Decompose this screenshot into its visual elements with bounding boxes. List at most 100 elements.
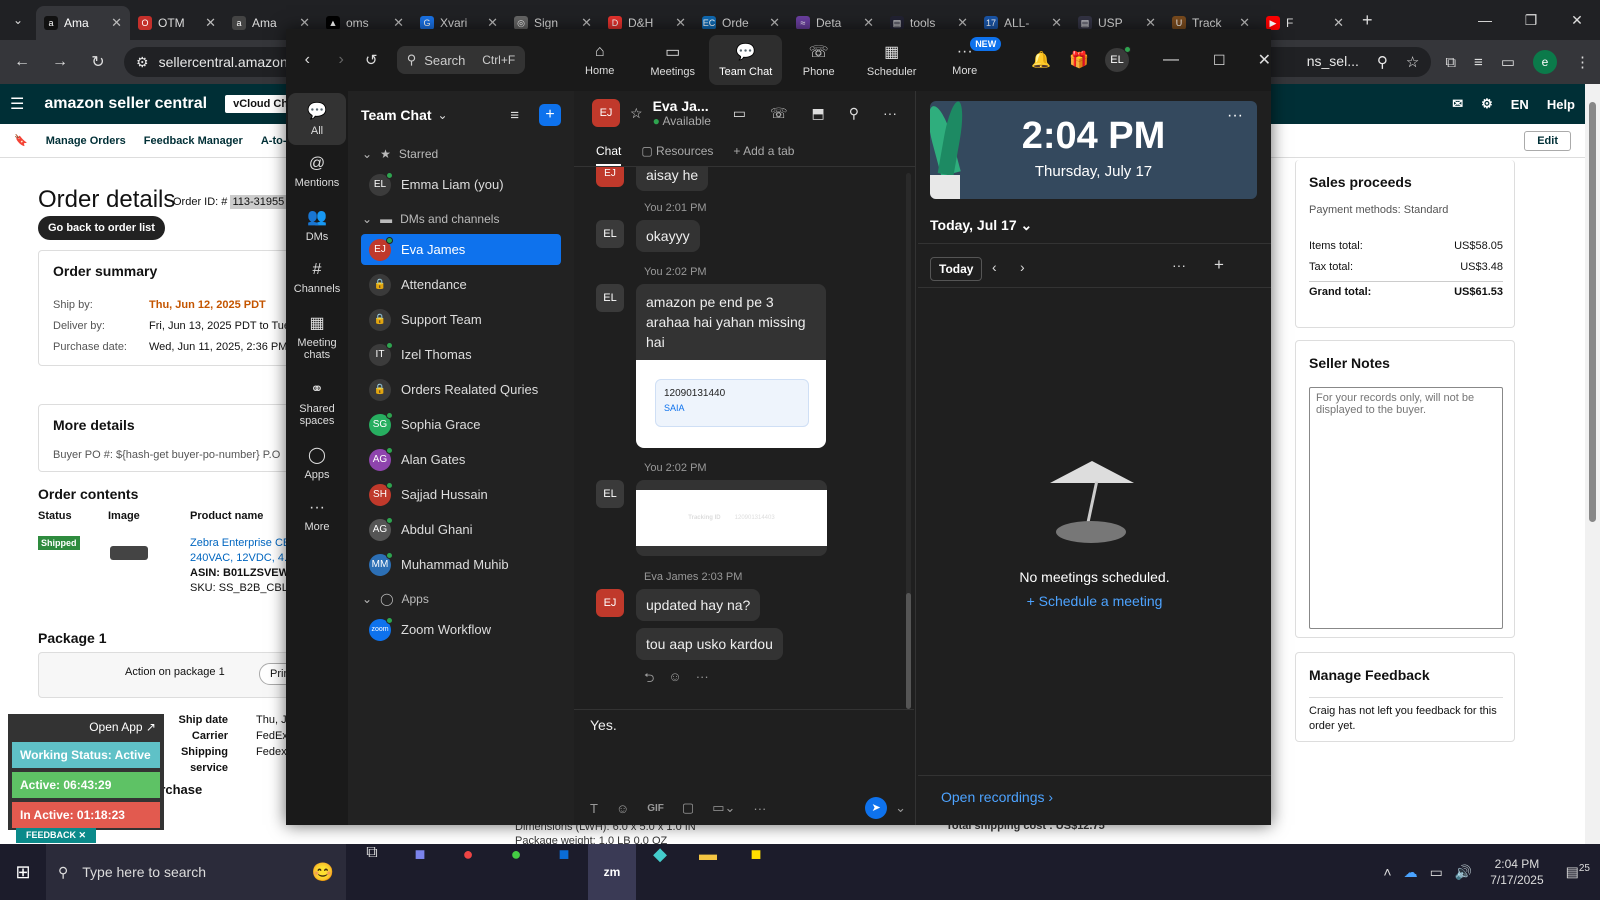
network-icon[interactable]: ▭: [1430, 864, 1443, 881]
zoom-forward-icon[interactable]: ›: [329, 51, 354, 69]
history-icon[interactable]: ↺: [354, 51, 389, 69]
compose-more-icon[interactable]: ···: [753, 801, 766, 816]
feedback-tab[interactable]: FEEDBACK ✕: [16, 828, 97, 843]
chat-list-item[interactable]: zoom Zoom Workflow: [361, 614, 561, 645]
chat-list-item[interactable]: 🔒 Support Team: [361, 304, 561, 335]
open-app-button[interactable]: Open App ↗: [89, 720, 156, 734]
rail-all[interactable]: 💬 All: [288, 93, 346, 145]
star-outline-icon[interactable]: ☆: [630, 105, 643, 122]
settings-icon[interactable]: ⚙: [1481, 96, 1493, 112]
more-options-icon[interactable]: ···: [883, 105, 897, 121]
message-bubble[interactable]: amazon pe end pe 3 arahaa hai yahan miss…: [636, 284, 826, 360]
reaction-icon[interactable]: ☺: [668, 669, 681, 691]
message-bubble[interactable]: tou aap usko kardou: [636, 628, 783, 660]
phone-call-icon[interactable]: ☏: [770, 105, 788, 122]
menu-icon[interactable]: ⋮: [1575, 53, 1590, 71]
message-input[interactable]: Yes.: [590, 717, 617, 733]
team-chat-title[interactable]: Team Chat: [361, 107, 432, 123]
today-button[interactable]: Today: [930, 257, 983, 281]
chat-list-item[interactable]: 🔒 Orders Realated Quries: [361, 374, 561, 405]
rail-mentions[interactable]: @ Mentions: [288, 147, 346, 197]
zoom-maximize-icon[interactable]: ☐: [1213, 52, 1226, 69]
clock-more-icon[interactable]: ···: [1227, 107, 1243, 125]
gift-icon[interactable]: 🎁: [1069, 50, 1089, 70]
reply-icon[interactable]: ⮌: [644, 669, 654, 691]
mail-icon[interactable]: ✉: [1452, 96, 1463, 112]
next-day-icon[interactable]: ›: [1020, 259, 1025, 275]
browser-tab[interactable]: a Ama ✕: [36, 6, 130, 40]
taskbar-search[interactable]: ⚲ Type here to search 😊: [46, 844, 346, 900]
image-attachment[interactable]: Tracking ID 120901314403: [636, 480, 827, 556]
chat-list-item[interactable]: AG Abdul Ghani: [361, 514, 561, 545]
tab-add[interactable]: + Add a tab: [733, 144, 794, 158]
product-link-line2[interactable]: 240VAC, 12VDC, 4.1: [190, 551, 299, 566]
calendar-day[interactable]: Today, Jul 17 ⌄: [930, 217, 1032, 234]
send-options-icon[interactable]: ⌄: [895, 800, 906, 816]
browser-tab[interactable]: ▶ F ✕: [1258, 6, 1352, 40]
seller-notes-input[interactable]: [1309, 387, 1503, 629]
zoom-tab-meetings[interactable]: ▭ Meetings: [636, 35, 709, 85]
emoji-icon[interactable]: ☺: [616, 801, 629, 816]
notifications-icon[interactable]: 🔔: [1031, 50, 1051, 70]
add-meeting-icon[interactable]: +: [1214, 255, 1224, 275]
zoom-close-icon[interactable]: ✕: [1258, 50, 1271, 70]
zoom-tab-scheduler[interactable]: ▦ Scheduler: [855, 35, 928, 85]
starred-section[interactable]: ⌄ ★ Starred: [348, 139, 574, 169]
app-icon[interactable]: ◆: [636, 844, 684, 900]
chat-list-item[interactable]: AG Alan Gates: [361, 444, 561, 475]
dms-section[interactable]: ⌄ ▬ DMs and channels: [348, 204, 574, 234]
teams-icon[interactable]: ■: [396, 844, 444, 900]
file-explorer-icon[interactable]: ▬: [684, 844, 732, 900]
open-recordings-link[interactable]: Open recordings ›: [941, 789, 1053, 805]
task-view-icon[interactable]: ⧉: [348, 844, 396, 900]
new-tab-button[interactable]: +: [1352, 10, 1383, 31]
prev-day-icon[interactable]: ‹: [992, 259, 997, 275]
notification-center[interactable]: ▤25: [1566, 863, 1590, 881]
product-link[interactable]: Zebra Enterprise CE: [190, 536, 299, 551]
message-bubble[interactable]: updated hay na?: [636, 589, 761, 621]
message-more-icon[interactable]: ···: [696, 669, 709, 691]
apps-section[interactable]: ⌄ ◯ Apps: [348, 584, 574, 614]
chat-list-item[interactable]: MM Muhammad Muhib: [361, 549, 561, 580]
profile-avatar[interactable]: e: [1533, 50, 1557, 74]
zoom-minimize-icon[interactable]: —: [1163, 51, 1179, 69]
nav-manage-orders[interactable]: Manage Orders: [46, 135, 126, 147]
tab-resources[interactable]: ▢ Resources: [641, 144, 713, 158]
message-bubble[interactable]: okayyy: [636, 220, 700, 252]
chat-list-item[interactable]: 🔒 Attendance: [361, 269, 561, 300]
restore-icon[interactable]: ❐: [1508, 12, 1554, 29]
attach-file-icon[interactable]: ▢: [682, 800, 694, 816]
message-bubble[interactable]: aisay he: [636, 167, 709, 191]
link-card[interactable]: 12090131440 SAIA: [636, 360, 826, 448]
share-screen-icon[interactable]: ⬒: [812, 105, 825, 122]
rail-shared-spaces[interactable]: ⚭ Shared spaces: [288, 371, 346, 435]
zoom-search[interactable]: ⚲ Search Ctrl+F: [396, 46, 526, 74]
page-scrollbar[interactable]: [1585, 84, 1600, 844]
language-selector[interactable]: EN: [1511, 97, 1529, 112]
chat-search-icon[interactable]: ⚲: [849, 105, 859, 122]
close-icon[interactable]: ✕: [1554, 12, 1600, 29]
rail-apps[interactable]: ◯ Apps: [288, 437, 346, 489]
media-icon[interactable]: ≡: [1474, 54, 1483, 71]
help-link[interactable]: Help: [1547, 97, 1575, 112]
back-icon[interactable]: ←: [10, 53, 34, 71]
video-call-icon[interactable]: ▭: [733, 105, 746, 122]
reload-icon[interactable]: ↻: [86, 52, 110, 72]
volume-icon[interactable]: 🔊: [1455, 864, 1472, 881]
screenshot-icon[interactable]: ▭⌄: [712, 800, 735, 816]
zoom-tab-phone[interactable]: ☏ Phone: [782, 35, 855, 85]
site-info-icon[interactable]: ⚙: [136, 54, 149, 71]
zoom-tab-more[interactable]: ··· More NEW: [928, 35, 1002, 85]
contact-name[interactable]: Eva Ja...: [653, 98, 711, 114]
chat-list-item[interactable]: EJ Eva James: [361, 234, 561, 265]
onedrive-icon[interactable]: ☁: [1404, 864, 1418, 881]
tray-chevron-icon[interactable]: ˄: [1383, 864, 1391, 880]
send-button[interactable]: ➤: [865, 797, 888, 819]
amazon-logo[interactable]: amazon seller central: [44, 95, 207, 113]
split-icon[interactable]: ▭: [1501, 53, 1515, 71]
extensions-icon[interactable]: ⧉: [1445, 54, 1456, 71]
chrome-profile-icon[interactable]: ●: [492, 844, 540, 900]
zoom-tab-team-chat[interactable]: 💬 Team Chat: [709, 35, 783, 85]
rail-dms[interactable]: 👥 DMs: [288, 199, 346, 251]
hamburger-icon[interactable]: ☰: [10, 94, 24, 114]
